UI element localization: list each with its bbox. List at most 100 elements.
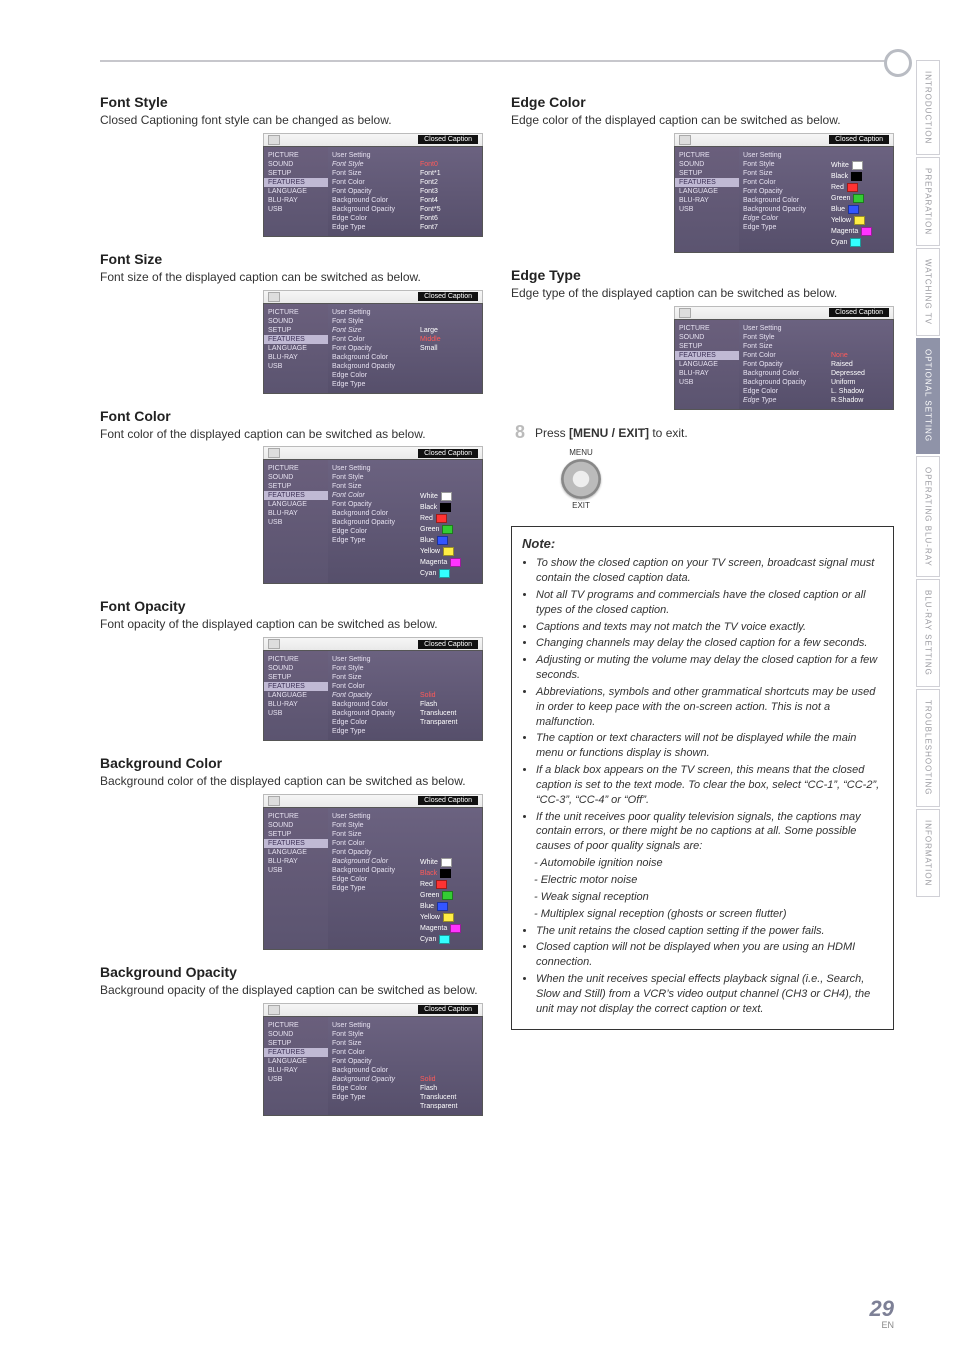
section-tab[interactable]: PREPARATION bbox=[916, 157, 940, 246]
fontColor-desc: Font color of the displayed caption can … bbox=[100, 426, 483, 443]
color-swatch bbox=[437, 902, 448, 911]
setting-label: User Setting bbox=[332, 464, 414, 473]
fontColor-title: Font Color bbox=[100, 408, 483, 424]
side-menu-item: USB bbox=[268, 518, 324, 527]
osd-title: Closed Caption bbox=[829, 308, 889, 317]
osd-value: Cyan bbox=[420, 568, 480, 579]
setting-label: Background Color bbox=[332, 1066, 414, 1075]
side-menu-item: BLU-RAY bbox=[268, 509, 324, 518]
section-tab[interactable]: TROUBLESHOOTING bbox=[916, 689, 940, 806]
bgColor-title: Background Color bbox=[100, 755, 483, 771]
setting-label: Background Color bbox=[332, 509, 414, 518]
setting-label: Font Size bbox=[332, 169, 414, 178]
setting-label: Edge Color bbox=[743, 214, 825, 223]
note-item: Adjusting or muting the volume may delay… bbox=[536, 653, 883, 683]
side-menu-item: BLU-RAY bbox=[679, 196, 735, 205]
side-menu-item: FEATURES bbox=[264, 682, 328, 691]
osd-value: Red bbox=[420, 513, 480, 524]
color-swatch bbox=[436, 880, 447, 889]
setting-label: Background Opacity bbox=[332, 205, 414, 214]
osd-value: White bbox=[420, 857, 480, 868]
color-swatch bbox=[440, 503, 451, 512]
window-icon bbox=[679, 135, 691, 145]
osd-values: WhiteBlackRedGreenBlueYellowMagentaCyan bbox=[418, 808, 482, 949]
section-tab[interactable]: BLU-RAY SETTING bbox=[916, 579, 940, 687]
bgOpacity-desc: Background opacity of the displayed capt… bbox=[100, 982, 483, 999]
osd-value: Blue bbox=[831, 204, 891, 215]
setting-label: Edge Color bbox=[332, 214, 414, 223]
setting-label: Font Color bbox=[332, 839, 414, 848]
side-menu-item: PICTURE bbox=[268, 655, 324, 664]
note-list: To show the closed caption on your TV sc… bbox=[522, 556, 883, 1016]
osd-value: L. Shadow bbox=[831, 387, 891, 396]
note-subitem: - Automobile ignition noise bbox=[534, 856, 883, 871]
setting-label: User Setting bbox=[332, 308, 414, 317]
osd-value: Red bbox=[420, 879, 480, 890]
section-tab[interactable]: OPERATING BLU-RAY bbox=[916, 456, 940, 578]
color-swatch bbox=[441, 858, 452, 867]
color-swatch bbox=[853, 194, 864, 203]
setting-label: Edge Color bbox=[332, 1084, 414, 1093]
setting-label: Background Opacity bbox=[332, 1075, 414, 1084]
exit-label: EXIT bbox=[551, 501, 611, 510]
fontSize-title: Font Size bbox=[100, 251, 483, 267]
window-icon bbox=[268, 796, 280, 806]
osd-value: Font*5 bbox=[420, 205, 480, 214]
note-box: Note: To show the closed caption on your… bbox=[511, 526, 894, 1030]
osd-value: Transparent bbox=[420, 1102, 480, 1111]
osd-value: Green bbox=[831, 193, 891, 204]
osd-setting-labels: User SettingFont StyleFont SizeFont Colo… bbox=[328, 1017, 418, 1115]
osd-value: Magenta bbox=[831, 226, 891, 237]
step-number: 8 bbox=[511, 424, 529, 442]
setting-label: Font Opacity bbox=[332, 344, 414, 353]
setting-label: Font Size bbox=[743, 342, 825, 351]
color-swatch bbox=[848, 205, 859, 214]
osd-side-menu: PICTURESOUNDSETUPFEATURESLANGUAGEBLU-RAY… bbox=[264, 460, 328, 583]
setting-label: Edge Type bbox=[332, 380, 414, 389]
section-tab[interactable]: WATCHING TV bbox=[916, 248, 940, 336]
side-menu-item: USB bbox=[268, 866, 324, 875]
side-menu-item: FEATURES bbox=[264, 491, 328, 500]
osd-setting-labels: User SettingFont StyleFont SizeFont Colo… bbox=[328, 651, 418, 740]
osd-value: Solid bbox=[420, 691, 480, 700]
osd-value: Font0 bbox=[420, 160, 480, 169]
section-tab[interactable]: OPTIONAL SETTING bbox=[916, 338, 940, 453]
side-menu-item: BLU-RAY bbox=[268, 353, 324, 362]
side-menu-item: USB bbox=[268, 1075, 324, 1084]
fontStyle-desc: Closed Captioning font style can be chan… bbox=[100, 112, 483, 129]
note-item: The unit retains the closed caption sett… bbox=[536, 924, 883, 939]
setting-label: User Setting bbox=[332, 1021, 414, 1030]
note-item: Abbreviations, symbols and other grammat… bbox=[536, 685, 883, 730]
setting-label: User Setting bbox=[332, 655, 414, 664]
section-tab[interactable]: INTRODUCTION bbox=[916, 60, 940, 155]
setting-label: Background Color bbox=[743, 196, 825, 205]
side-menu-item: SOUND bbox=[268, 1030, 324, 1039]
fontColor-osd: Closed Caption PICTURESOUNDSETUPFEATURESL… bbox=[263, 446, 483, 584]
section-tab[interactable]: INFORMATION bbox=[916, 809, 940, 897]
side-menu-item: LANGUAGE bbox=[268, 344, 324, 353]
osd-side-menu: PICTURESOUNDSETUPFEATURESLANGUAGEBLU-RAY… bbox=[264, 147, 328, 236]
osd-title: Closed Caption bbox=[418, 1005, 478, 1014]
side-menu-item: BLU-RAY bbox=[268, 196, 324, 205]
color-swatch bbox=[450, 924, 461, 933]
osd-value: Yellow bbox=[831, 215, 891, 226]
window-icon bbox=[268, 292, 280, 302]
setting-label: Edge Type bbox=[743, 223, 825, 232]
fontOpacity-osd: Closed CaptionPICTURESOUNDSETUPFEATURESL… bbox=[263, 637, 483, 741]
osd-title: Closed Caption bbox=[418, 449, 478, 458]
side-menu-item: FEATURES bbox=[675, 178, 739, 187]
side-menu-item: SOUND bbox=[268, 160, 324, 169]
setting-label: Edge Color bbox=[332, 371, 414, 380]
setting-label: Font Style bbox=[332, 317, 414, 326]
osd-value: Translucent bbox=[420, 709, 480, 718]
osd-side-menu: PICTURESOUNDSETUPFEATURESLANGUAGEBLU-RAY… bbox=[264, 1017, 328, 1115]
osd-value: Font7 bbox=[420, 223, 480, 232]
osd-value: Black bbox=[420, 502, 480, 513]
setting-label: Background Color bbox=[332, 353, 414, 362]
side-menu-item: SETUP bbox=[268, 673, 324, 682]
osd-side-menu: PICTURESOUNDSETUPFEATURESLANGUAGEBLU-RAY… bbox=[264, 304, 328, 393]
side-menu-item: PICTURE bbox=[268, 464, 324, 473]
setting-label: Font Color bbox=[332, 682, 414, 691]
color-swatch bbox=[442, 891, 453, 900]
side-menu-item: SOUND bbox=[268, 821, 324, 830]
